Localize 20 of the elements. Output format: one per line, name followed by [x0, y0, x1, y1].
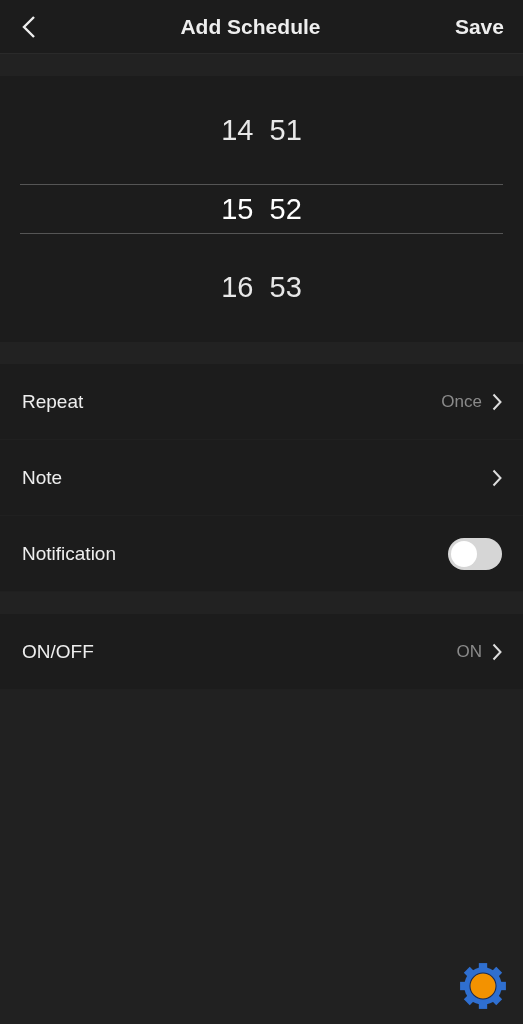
minute-value[interactable]: 51 [269, 113, 302, 147]
chevron-right-icon[interactable] [492, 468, 502, 487]
setting-label: ON/OFF [22, 640, 94, 663]
chevron-right-icon[interactable] [492, 642, 502, 661]
setting-label: Repeat [22, 390, 84, 413]
gear-icon[interactable] [458, 961, 508, 1011]
setting-label: Note [22, 466, 63, 489]
screen-title: Add Schedule [179, 14, 321, 39]
toggle-switch[interactable] [448, 537, 502, 570]
hour-value[interactable]: 14 [221, 113, 254, 147]
chevron-right-icon[interactable] [492, 392, 502, 411]
back-icon[interactable] [22, 14, 36, 39]
setting-label: Notification [22, 542, 116, 565]
hour-value[interactable]: 16 [221, 271, 254, 305]
setting-value: Once [441, 391, 482, 412]
hour-value[interactable]: 15 [221, 192, 254, 226]
save-button[interactable]: Save [454, 14, 504, 39]
minute-value[interactable]: 53 [269, 271, 302, 305]
minute-value[interactable]: 52 [269, 192, 302, 226]
setting-value: ON [456, 641, 482, 662]
